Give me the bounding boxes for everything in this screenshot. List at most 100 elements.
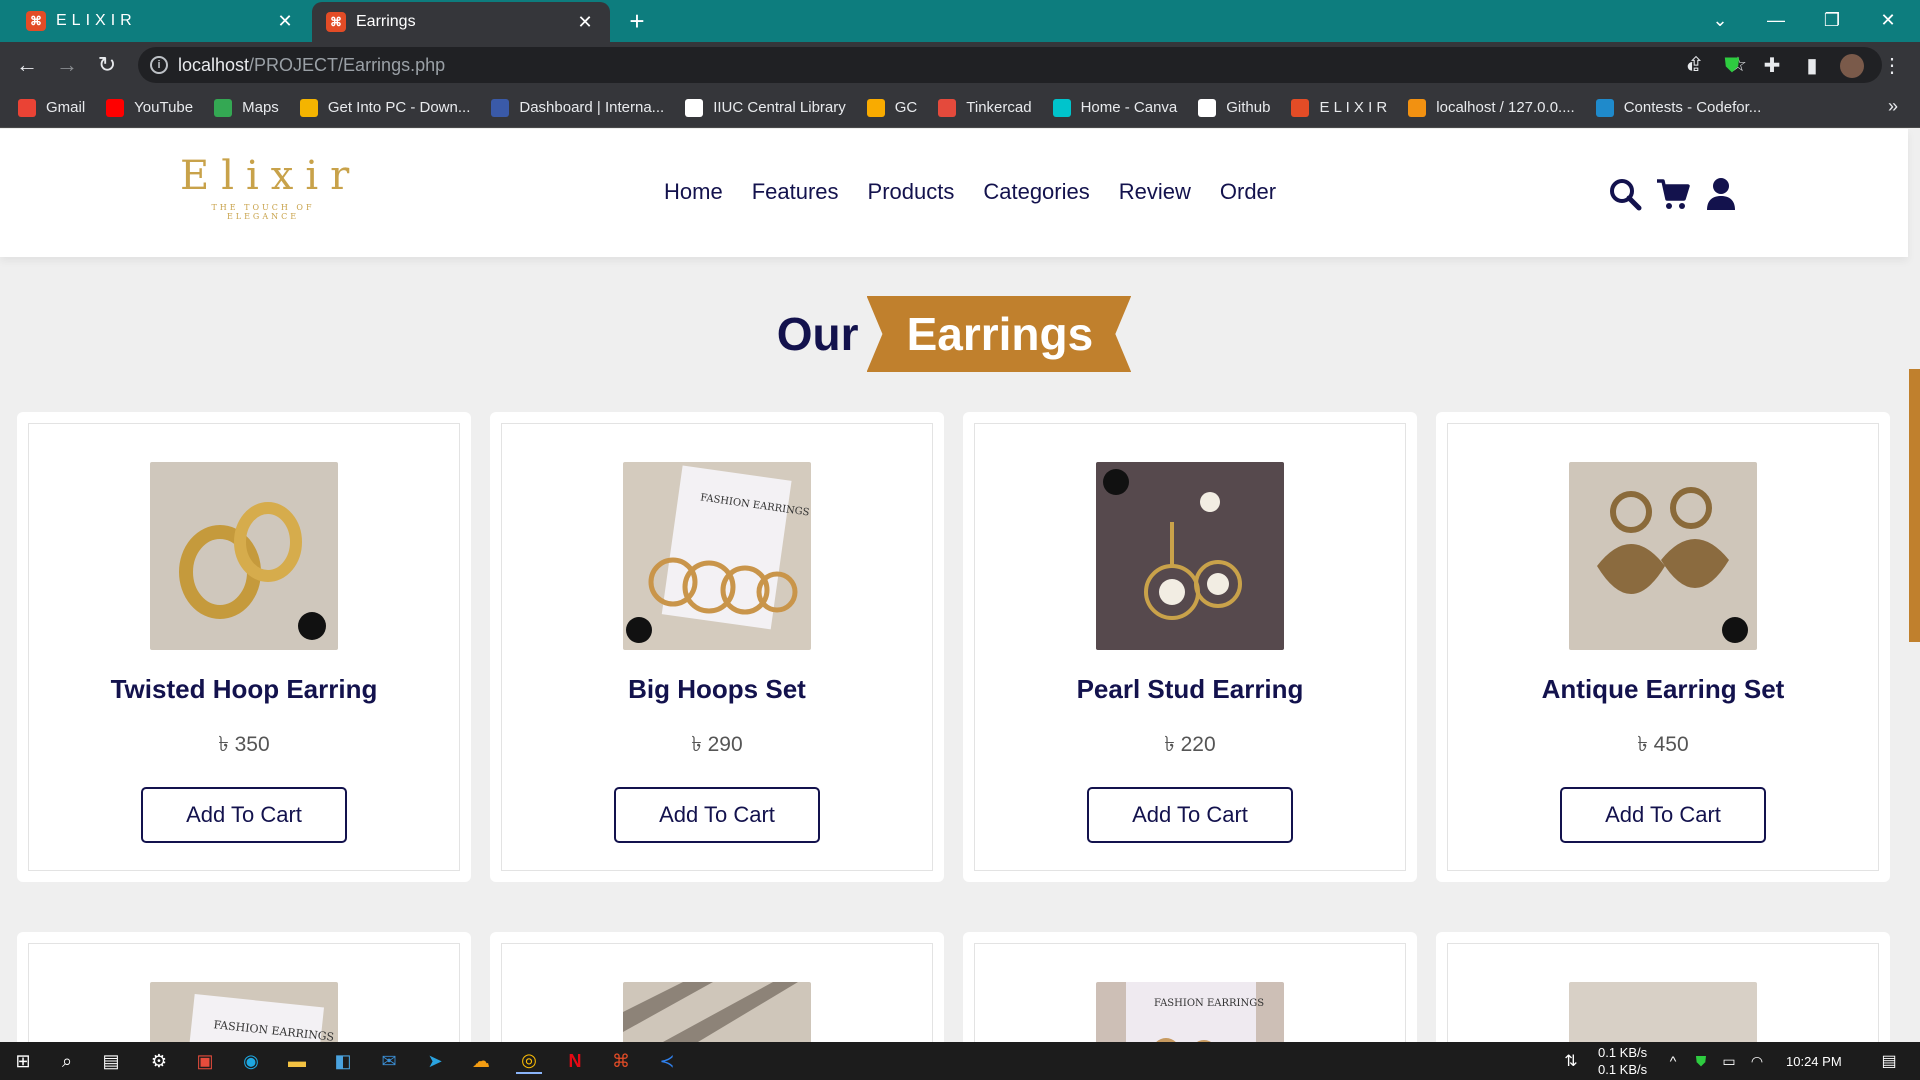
extensions-puzzle-icon[interactable]: ✚	[1760, 54, 1784, 78]
page-scrollbar-thumb[interactable]	[1909, 369, 1920, 642]
file-explorer-icon[interactable]: ▬	[284, 1048, 310, 1074]
bookmark-item[interactable]: Maps	[214, 98, 279, 117]
bookmark-label: YouTube	[134, 99, 194, 116]
nav-order[interactable]: Order	[1220, 179, 1276, 205]
store-icon[interactable]: ◧	[330, 1048, 356, 1074]
bookmark-item[interactable]: Get Into PC - Down...	[299, 98, 471, 117]
bookmark-item[interactable]: Gmail	[18, 98, 85, 117]
chrome-icon[interactable]: ◎	[516, 1048, 542, 1074]
nav-review[interactable]: Review	[1119, 179, 1191, 205]
bookmark-item[interactable]: Home - Canva	[1052, 98, 1178, 117]
window-close-icon[interactable]: ✕	[1864, 0, 1912, 40]
wifi-icon[interactable]: ◠	[1744, 1048, 1770, 1074]
bookmark-item[interactable]: IIUC Central Library	[685, 98, 846, 117]
vscode-icon[interactable]: ≺	[654, 1048, 680, 1074]
product-name[interactable]: Twisted Hoop Earring	[17, 674, 471, 705]
product-name[interactable]: Antique Earring Set	[1436, 674, 1890, 705]
youtube-icon	[106, 98, 125, 117]
bookmark-label: GC	[894, 99, 918, 116]
cart-icon[interactable]	[1656, 177, 1690, 211]
nav-categories[interactable]: Categories	[983, 179, 1089, 205]
battery-icon[interactable]: ▭	[1716, 1048, 1742, 1074]
bookmark-item[interactable]: Dashboard | Interna...	[491, 98, 665, 117]
user-icon[interactable]	[1704, 177, 1738, 211]
clock-time[interactable]: 10:24 PM	[1786, 1054, 1842, 1069]
back-icon[interactable]: ←	[12, 50, 42, 80]
bookmark-item[interactable]: localhost / 127.0.0....	[1408, 98, 1575, 117]
search-icon[interactable]	[1608, 177, 1642, 211]
search-taskbar-icon[interactable]: ⌕	[54, 1048, 80, 1074]
tab-earrings[interactable]: ⌘ Earrings ✕	[312, 2, 610, 42]
product-image[interactable]	[1569, 462, 1757, 650]
address-bar[interactable]: i localhost/PROJECT/Earrings.php ⇪ ☆	[138, 47, 1882, 83]
add-to-cart-button[interactable]: Add To Cart	[1087, 787, 1293, 843]
product-price: ৳ 290	[691, 733, 743, 756]
elixir-logo[interactable]: Elixir THE TOUCH OF ELEGANCE	[180, 153, 349, 223]
bookmark-item[interactable]: E L I X I R	[1291, 98, 1388, 117]
bookmark-label: Maps	[242, 99, 279, 116]
mail-icon[interactable]: ✉	[376, 1048, 402, 1074]
add-to-cart-button[interactable]: Add To Cart	[1560, 787, 1766, 843]
netflix-icon[interactable]: N	[562, 1048, 588, 1074]
add-to-cart-button[interactable]: Add To Cart	[614, 787, 820, 843]
notification-icon[interactable]: ▤	[1876, 1048, 1902, 1074]
shield-extension-icon[interactable]: ⛊	[1720, 54, 1744, 78]
phpmyadmin-icon	[1408, 98, 1427, 117]
site-info-icon[interactable]: i	[150, 56, 168, 74]
elixir-favicon-icon: ⌘	[326, 12, 346, 32]
task-view-icon[interactable]: ▤	[98, 1048, 124, 1074]
product-name[interactable]: Pearl Stud Earring	[963, 674, 1417, 705]
telegram-icon[interactable]: ➤	[422, 1048, 448, 1074]
bookmark-item[interactable]: Tinkercad	[938, 98, 1032, 117]
settings-gear-icon[interactable]: ⚙	[146, 1048, 172, 1074]
gmail-icon	[18, 98, 36, 117]
windows-taskbar: ⊞ ⌕ ▤ ⚙ ▣ ◉ ▬ ◧ ✉ ➤ ☁ ◎ N ⌘ ≺ ⇅ 0.1 KB/s…	[0, 1042, 1920, 1080]
product-image[interactable]	[1096, 462, 1284, 650]
nav-features[interactable]: Features	[752, 179, 839, 205]
bookmark-item[interactable]: YouTube	[106, 98, 194, 117]
product-name[interactable]: Big Hoops Set	[490, 674, 944, 705]
bookmark-item[interactable]: GC	[866, 98, 918, 117]
close-tab-icon[interactable]: ✕	[574, 12, 596, 33]
more-bookmarks-icon[interactable]: »	[1888, 96, 1898, 117]
onedrive-icon[interactable]: ☁	[468, 1048, 494, 1074]
bookmark-item[interactable]: Contests - Codefor...	[1595, 98, 1761, 117]
close-tab-icon[interactable]: ✕	[274, 11, 296, 32]
product-image[interactable]: FASHION EARRINGS	[623, 462, 811, 650]
bookmark-label: Github	[1226, 99, 1271, 116]
office-icon[interactable]: ▣	[192, 1048, 218, 1074]
extension-globe-icon[interactable]: ◐	[1680, 54, 1704, 78]
add-to-cart-button[interactable]: Add To Cart	[141, 787, 347, 843]
forward-icon[interactable]: →	[52, 50, 82, 80]
profile-avatar[interactable]	[1840, 54, 1864, 78]
bookmark-label: Home - Canva	[1080, 99, 1178, 116]
url-text[interactable]: localhost/PROJECT/Earrings.php	[178, 55, 445, 76]
nav-products[interactable]: Products	[868, 179, 955, 205]
heading-ribbon: Earrings	[866, 296, 1132, 372]
menu-kebab-icon[interactable]: ⋮	[1880, 54, 1904, 78]
minimize-icon[interactable]: —	[1752, 0, 1800, 40]
restore-icon[interactable]: ❐	[1808, 0, 1856, 40]
tab-elixir[interactable]: ⌘ ELIXIR ✕	[12, 0, 310, 42]
bookmark-item[interactable]: Github	[1198, 98, 1271, 117]
codeforces-icon	[1595, 98, 1614, 117]
new-tab-icon[interactable]: +	[622, 6, 652, 36]
tab-title: Earrings	[356, 13, 416, 30]
bookmark-label: Dashboard | Interna...	[519, 99, 665, 116]
tab-search-icon[interactable]: ⌄	[1696, 0, 1744, 40]
tray-shield-icon[interactable]: ⛊	[1688, 1048, 1714, 1074]
bookmark-label: E L I X I R	[1319, 99, 1388, 116]
product-price: ৳ 450	[1637, 733, 1689, 756]
brackets-icon[interactable]: ⌘	[608, 1048, 634, 1074]
windows-start-icon[interactable]: ⊞	[10, 1048, 36, 1074]
net-download-speed: 0.1 KB/s	[1598, 1045, 1648, 1060]
side-panel-icon[interactable]: ▮	[1800, 54, 1824, 78]
product-card: Antique Earring Set ৳ 450 Add To Cart	[1436, 412, 1890, 882]
edge-icon[interactable]: ◉	[238, 1048, 264, 1074]
product-image[interactable]	[150, 462, 338, 650]
tray-chevron-icon[interactable]: ^	[1660, 1048, 1686, 1074]
reload-icon[interactable]: ↻	[92, 50, 122, 80]
nav-home[interactable]: Home	[664, 179, 723, 205]
network-arrows-icon: ⇅	[1564, 1053, 1578, 1070]
bookmark-label: Get Into PC - Down...	[327, 99, 471, 116]
